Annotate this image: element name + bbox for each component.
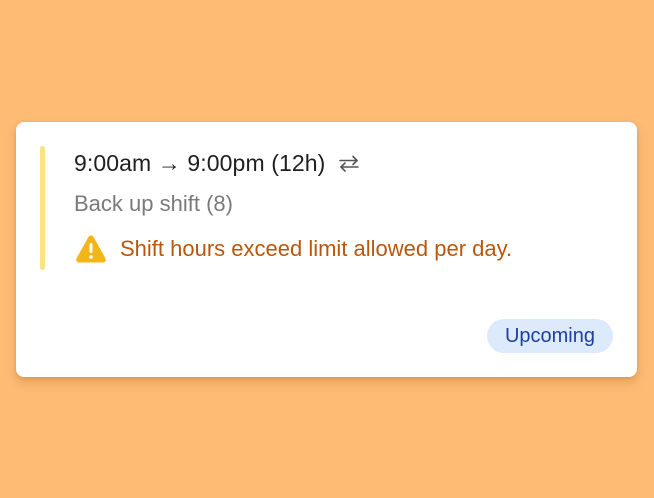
shift-time-range: 9:00am → 9:00pm (12h) xyxy=(74,149,326,176)
shift-time-row: 9:00am → 9:00pm (12h) xyxy=(74,146,362,180)
warning-message: Shift hours exceed limit allowed per day… xyxy=(120,236,513,261)
shift-accent-bar xyxy=(40,146,45,270)
shift-card[interactable]: 9:00am → 9:00pm (12h) Back up shift (8) … xyxy=(16,122,637,377)
repeat-icon[interactable] xyxy=(336,150,362,176)
warning-triangle-icon xyxy=(74,233,108,265)
shift-name: Back up shift (8) xyxy=(74,191,233,216)
shift-warning: Shift hours exceed limit allowed per day… xyxy=(74,232,512,266)
status-badge: Upcoming xyxy=(486,319,613,353)
